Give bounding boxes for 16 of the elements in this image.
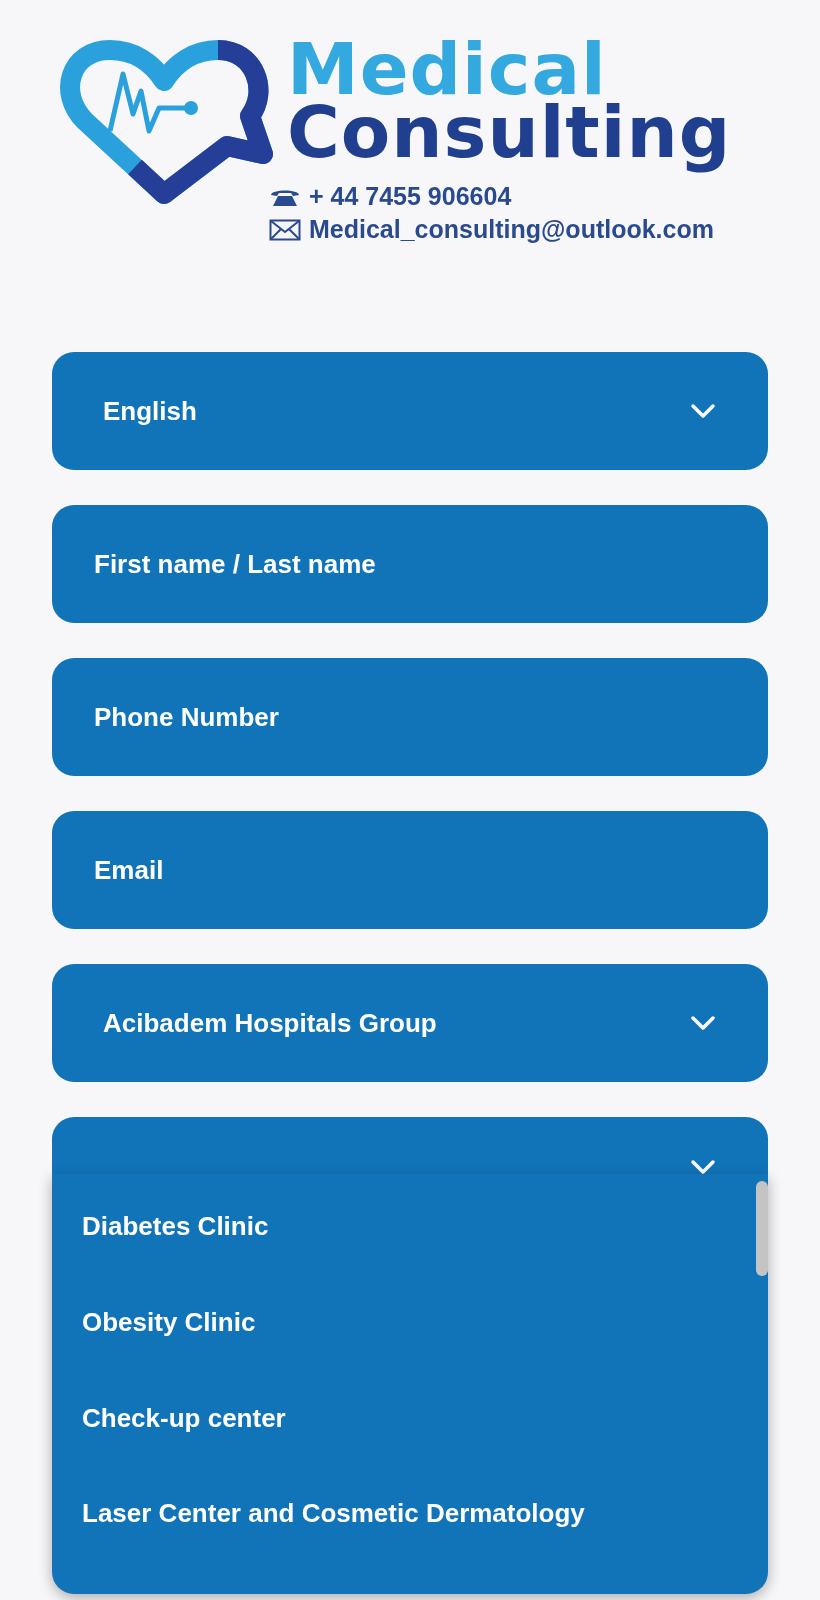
dropdown-option[interactable]: Diabetes Clinic [52, 1211, 752, 1307]
text-field[interactable]: Email [52, 811, 768, 929]
email-address: Medical_consulting@outlook.com [309, 215, 714, 244]
dropdown-field[interactable]: English [52, 352, 768, 470]
chevron-down-icon [690, 1159, 716, 1175]
text-field[interactable]: First name / Last name [52, 505, 768, 623]
chevron-down-icon [690, 1015, 716, 1031]
envelope-icon [269, 218, 301, 241]
text-field[interactable]: Phone Number [52, 658, 768, 776]
dropdown-option[interactable]: Check-up center [52, 1402, 752, 1499]
dropdown-option[interactable]: Laser Center and Cosmetic Dermatology [52, 1498, 752, 1594]
scrollbar-thumb[interactable] [756, 1181, 768, 1276]
dropdown-field[interactable]: Acibadem Hospitals Group [52, 964, 768, 1082]
phone-number: + 44 7455 906604 [309, 182, 512, 211]
dropdown-option[interactable]: Obesity Clinic [52, 1306, 752, 1403]
chevron-down-icon [690, 403, 716, 419]
